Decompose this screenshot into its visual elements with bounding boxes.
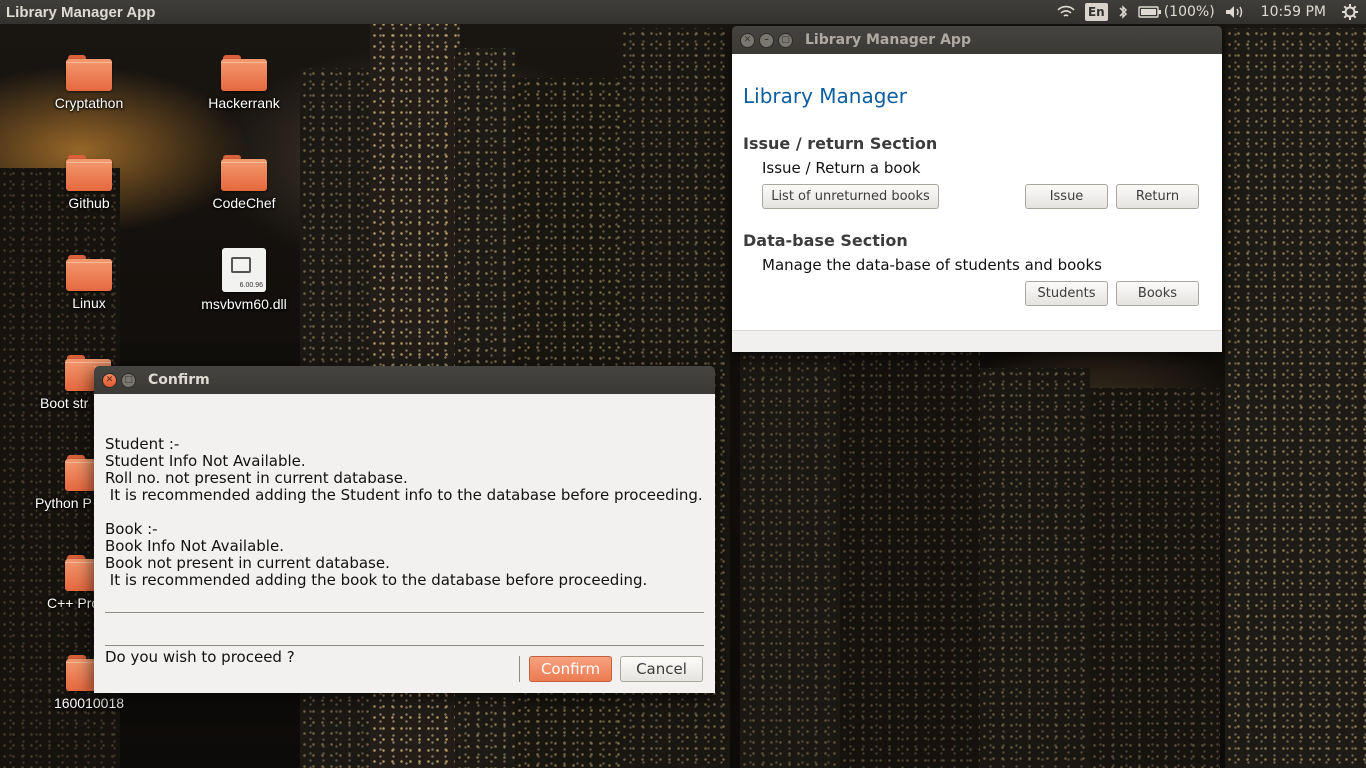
desktop-icon-label: Github xyxy=(68,195,110,211)
close-icon[interactable]: ✕ xyxy=(102,372,117,388)
desktop-icon-label: Python P xyxy=(35,495,92,511)
db-section-title: Data-base Section xyxy=(743,231,908,250)
building xyxy=(840,348,980,768)
cancel-button[interactable]: Cancel xyxy=(620,656,703,682)
folder-icon xyxy=(66,55,112,91)
desktop-icon-label: CodeChef xyxy=(212,195,276,211)
folder-icon xyxy=(66,155,112,191)
desktop-icon-label: msvbvm60.dll xyxy=(201,296,287,312)
confirm-message: Student :- Student Info Not Available. R… xyxy=(105,419,703,589)
message-line: Student :- xyxy=(105,435,180,453)
dll-file-icon: 6.00.96 xyxy=(222,248,266,292)
maximize-icon[interactable]: □ xyxy=(121,372,136,388)
keyboard-layout-indicator[interactable]: En xyxy=(1084,3,1108,21)
close-icon[interactable]: ✕ xyxy=(740,32,755,48)
desktop-icon-label: Hackerrank xyxy=(208,95,280,111)
desktop-folder-linux[interactable]: Linux xyxy=(34,255,144,311)
desktop-folder-hackerrank[interactable]: Hackerrank xyxy=(189,55,299,111)
desktop-icon-label: Cryptathon xyxy=(54,95,124,111)
divider xyxy=(105,645,704,646)
message-line: Book :- xyxy=(105,520,158,538)
confirm-question: Do you wish to proceed ? xyxy=(105,648,295,666)
message-line: Book Info Not Available. xyxy=(105,537,284,555)
books-button[interactable]: Books xyxy=(1116,281,1199,306)
issue-button[interactable]: Issue xyxy=(1025,184,1108,209)
library-window-titlebar[interactable]: ✕ – □ Library Manager App xyxy=(732,26,1222,54)
desktop-folder-cryptathon[interactable]: Cryptathon xyxy=(34,55,144,111)
message-line: Book not present in current database. xyxy=(105,554,390,572)
wifi-icon[interactable] xyxy=(1057,5,1075,19)
building xyxy=(1225,28,1366,768)
folder-icon xyxy=(66,255,112,291)
bluetooth-icon[interactable] xyxy=(1118,4,1128,20)
maximize-icon[interactable]: □ xyxy=(778,32,793,48)
settings-gear-icon[interactable] xyxy=(1342,4,1358,20)
confirm-button[interactable]: Confirm xyxy=(529,656,612,682)
library-window-content: Library Manager Issue / return Section I… xyxy=(732,54,1222,330)
desktop-folder-codechef[interactable]: CodeChef xyxy=(189,155,299,211)
confirm-dialog-titlebar[interactable]: ✕ □ Confirm xyxy=(94,366,715,394)
divider xyxy=(105,612,704,613)
clock[interactable]: 10:59 PM xyxy=(1261,4,1326,20)
library-manager-window: ✕ – □ Library Manager App Library Manage… xyxy=(732,26,1222,352)
desktop-icon-label: C++ Pro xyxy=(47,595,100,611)
confirm-dialog-content: Student :- Student Info Not Available. R… xyxy=(94,394,715,693)
desktop-icon-label: Linux xyxy=(72,295,106,311)
folder-icon xyxy=(221,55,267,91)
message-line: It is recommended adding the Student inf… xyxy=(105,486,703,504)
library-window-footer xyxy=(732,330,1222,352)
battery-percent: (100%) xyxy=(1163,4,1215,20)
desktop-folder-github[interactable]: Github xyxy=(34,155,144,211)
unreturned-books-button[interactable]: List of unreturned books xyxy=(762,184,939,209)
page-title: Library Manager xyxy=(743,84,907,108)
message-line: It is recommended adding the book to the… xyxy=(105,571,648,589)
minimize-icon[interactable]: – xyxy=(759,32,774,48)
issue-section-title: Issue / return Section xyxy=(743,134,938,153)
system-tray: En (100%) 10:59 PM xyxy=(1057,3,1366,21)
desktop-icon-label: Boot str xyxy=(40,395,89,411)
top-panel: Library Manager App En (100%) 10:59 PM xyxy=(0,0,1366,24)
students-button[interactable]: Students xyxy=(1025,281,1108,306)
building xyxy=(740,308,840,768)
folder-icon xyxy=(221,155,267,191)
active-app-title: Library Manager App xyxy=(6,3,156,21)
db-section-description: Manage the data-base of students and boo… xyxy=(762,256,1102,274)
building xyxy=(980,368,1090,768)
desktop-file-msvbvm60[interactable]: 6.00.96 msvbvm60.dll xyxy=(189,248,299,312)
building xyxy=(1090,388,1220,768)
message-line: Roll no. not present in current database… xyxy=(105,469,408,487)
confirm-dialog: ✕ □ Confirm Student :- Student Info Not … xyxy=(94,366,715,693)
desktop-icon-label: 160010018 xyxy=(53,695,125,711)
volume-icon[interactable] xyxy=(1225,5,1245,19)
button-separator xyxy=(519,656,520,682)
issue-section-description: Issue / Return a book xyxy=(762,159,921,177)
return-button[interactable]: Return xyxy=(1116,184,1199,209)
message-line: Student Info Not Available. xyxy=(105,452,306,470)
confirm-dialog-title: Confirm xyxy=(148,372,210,388)
library-window-title: Library Manager App xyxy=(805,32,971,48)
battery-icon[interactable] xyxy=(1138,6,1162,18)
